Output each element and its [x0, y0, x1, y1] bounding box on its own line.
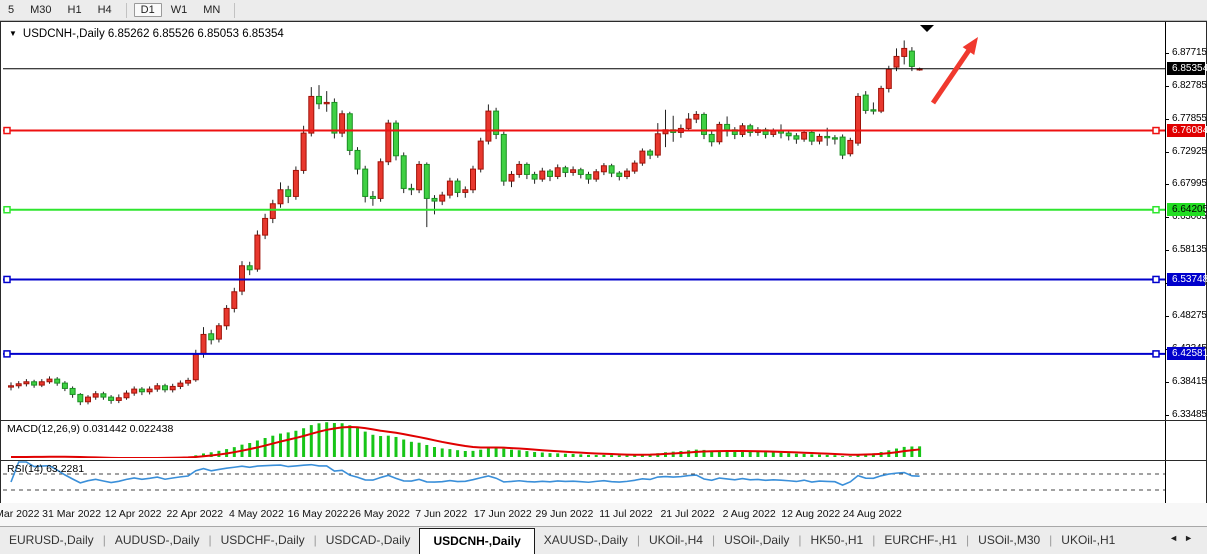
price-badge-6.42581: 6.42581: [1167, 347, 1205, 360]
macd-axis: 0.103237 -0.003664: [1165, 421, 1206, 460]
trend-arrow[interactable]: [933, 37, 978, 103]
price-badge-6.64205: 6.64205: [1167, 203, 1205, 216]
timeframe-button-W1[interactable]: W1: [164, 3, 195, 17]
rsi-axis: 100 70 30 0: [1165, 461, 1206, 504]
toolbar-separator: [126, 3, 127, 18]
rsi-label: RSI(14) 63.2281: [7, 463, 84, 475]
macd-label: MACD(12,26,9) 0.031442 0.022438: [7, 423, 173, 435]
price-badge-6.53748: 6.53748: [1167, 273, 1205, 286]
tab-scroll-arrows: ◄►: [1169, 533, 1199, 543]
mt4-window: 5M30H1H4 D1W1MN ▼ USDCNH-,Daily 6.85262 6.…: [0, 0, 1207, 554]
price-tick-label: 6.77855: [1172, 113, 1207, 124]
timeframe-toolbar: 5M30H1H4 D1W1MN: [0, 0, 1207, 21]
symbol-tab-USDCAD-Daily[interactable]: USDCAD-,Daily: [317, 527, 420, 554]
main-chart-panel: ▼ USDCNH-,Daily 6.85262 6.85526 6.85053 6…: [0, 21, 1207, 421]
price-tick-mark: [1166, 119, 1169, 120]
price-tick-mark: [1166, 415, 1169, 416]
symbol-tab-UKOil-H4[interactable]: UKOil-,H4: [640, 527, 712, 554]
hline-6.64205[interactable]: [3, 207, 1165, 213]
price-tick-label: 6.82785: [1172, 80, 1207, 91]
toolbar-separator: [234, 3, 235, 18]
symbol-tab-HK50-H1[interactable]: HK50-,H1: [802, 527, 873, 554]
price-tick-mark: [1166, 53, 1169, 54]
symbol-tab-AUDUSD-Daily[interactable]: AUDUSD-,Daily: [106, 527, 209, 554]
tab-scroll-right-icon[interactable]: ►: [1184, 533, 1199, 543]
chevron-down-icon[interactable]: ▼: [9, 29, 17, 38]
price-badge-6.85354: 6.85354: [1167, 62, 1205, 75]
symbol-tab-XAUUSD-Daily[interactable]: XAUUSD-,Daily: [535, 527, 637, 554]
timeframe-button-H1[interactable]: H1: [61, 3, 89, 17]
candles-group: [9, 40, 923, 405]
timeframe-button-MN[interactable]: MN: [196, 3, 227, 17]
top-marker-icon[interactable]: [920, 25, 934, 32]
hline-6.42581[interactable]: [3, 351, 1165, 357]
price-badge-6.76084: 6.76084: [1167, 124, 1205, 137]
price-tick-mark: [1166, 217, 1169, 218]
price-tick-label: 6.58135: [1172, 244, 1207, 255]
time-axis[interactable]: 21 Mar 202231 Mar 202212 Apr 202222 Apr …: [0, 503, 1207, 526]
price-tick-label: 6.87715: [1172, 47, 1207, 58]
rsi-canvas[interactable]: [1, 461, 1165, 502]
symbol-tab-EURCHF-H1[interactable]: EURCHF-,H1: [875, 527, 966, 554]
symbol-tab-USDCNH-Daily[interactable]: USDCNH-,Daily: [419, 528, 534, 554]
symbol-tab-EURUSD-Daily[interactable]: EURUSD-,Daily: [0, 527, 103, 554]
symbol-tab-UKOil-H1[interactable]: UKOil-,H1: [1052, 527, 1124, 554]
symbol-tab-USOil-M30[interactable]: USOil-,M30: [969, 527, 1049, 554]
price-chart-canvas[interactable]: [1, 22, 1165, 418]
price-tick-label: 6.72925: [1172, 146, 1207, 157]
price-tick-mark: [1166, 184, 1169, 185]
price-tick-mark: [1166, 382, 1169, 383]
price-tick-mark: [1166, 152, 1169, 153]
price-tick-label: 6.67995: [1172, 178, 1207, 189]
hline-6.76084[interactable]: [3, 128, 1165, 134]
timeframe-button-D1[interactable]: D1: [134, 3, 162, 17]
symbol-tab-USDCHF-Daily[interactable]: USDCHF-,Daily: [212, 527, 314, 554]
chart-title-text: USDCNH-,Daily 6.85262 6.85526 6.85053 6.…: [23, 28, 284, 40]
timeframe-button-H4[interactable]: H4: [91, 3, 119, 17]
price-tick-label: 6.38415: [1172, 376, 1207, 387]
symbol-tab-bar: EURUSD-,Daily|AUDUSD-,Daily|USDCHF-,Dail…: [0, 526, 1207, 554]
hline-6.53748[interactable]: [3, 276, 1165, 282]
price-tick-mark: [1166, 250, 1169, 251]
date-tick-label: 24 Aug 2022: [832, 508, 912, 520]
chart-title: ▼ USDCNH-,Daily 6.85262 6.85526 6.85053 6…: [9, 28, 284, 40]
price-tick-mark: [1166, 316, 1169, 317]
timeframe-button-5[interactable]: 5: [1, 3, 21, 17]
price-tick-label: 6.33485: [1172, 409, 1207, 420]
tab-scroll-left-icon[interactable]: ◄: [1169, 533, 1184, 543]
price-tick-mark: [1166, 86, 1169, 87]
price-tick-label: 6.48275: [1172, 310, 1207, 321]
rsi-panel: RSI(14) 63.2281 100 70 30 0: [0, 460, 1207, 505]
symbol-tab-USOil-Daily[interactable]: USOil-,Daily: [715, 527, 798, 554]
timeframe-button-M30[interactable]: M30: [23, 3, 58, 17]
macd-panel: MACD(12,26,9) 0.031442 0.022438 0.103237…: [0, 420, 1207, 461]
price-axis[interactable]: 6.877156.827856.778556.729256.679956.630…: [1165, 22, 1206, 420]
macd-canvas[interactable]: [1, 421, 1165, 458]
